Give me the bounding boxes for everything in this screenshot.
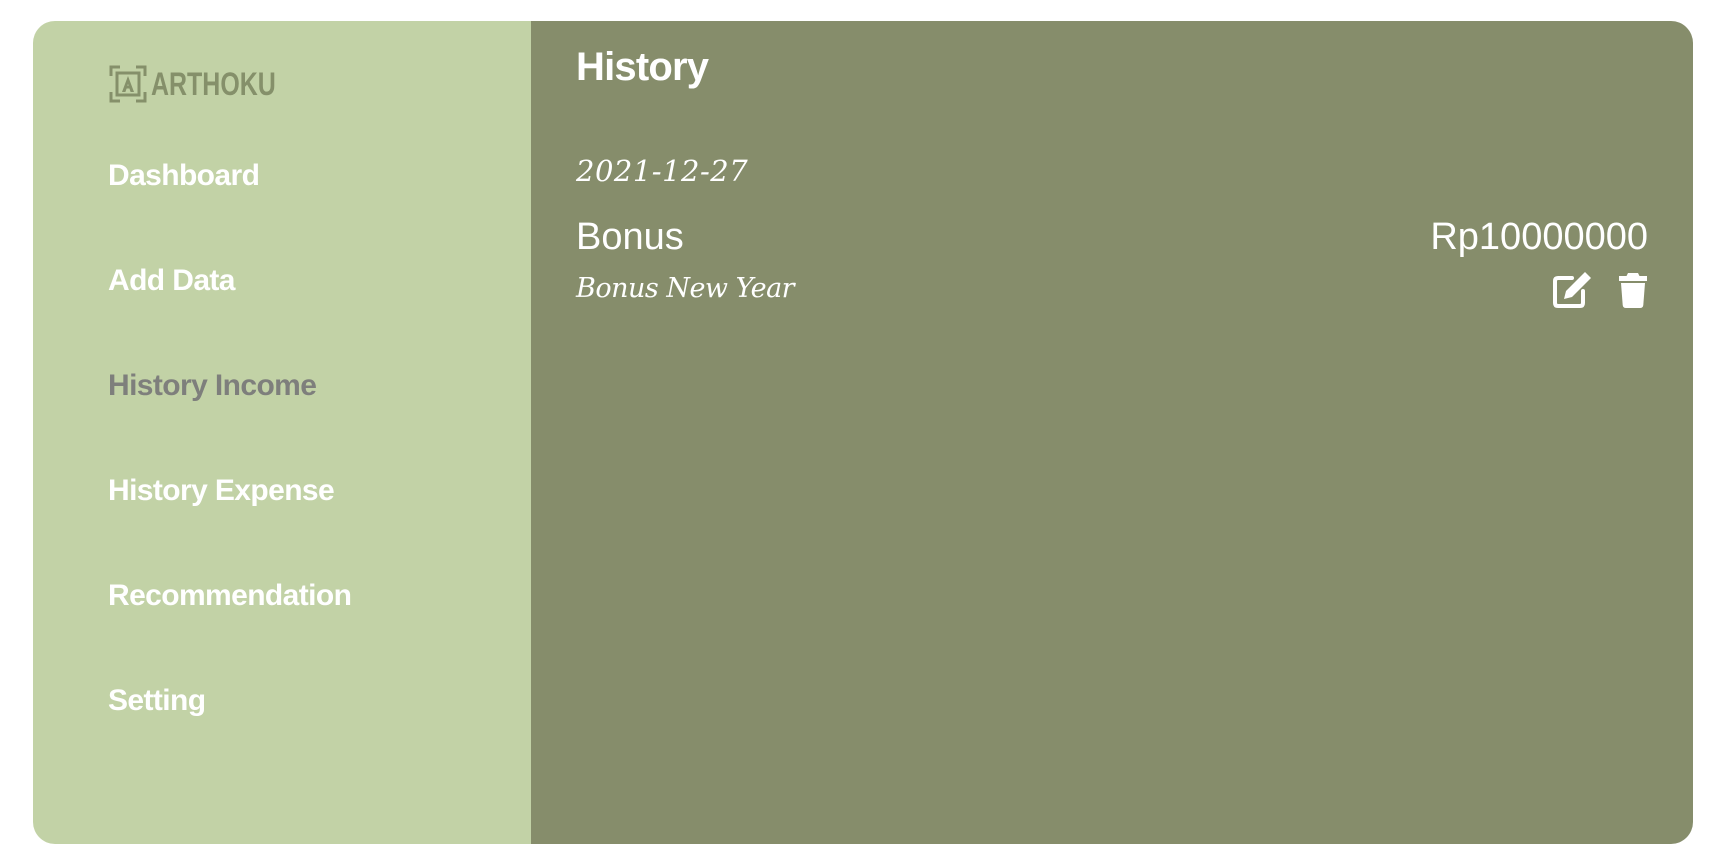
- sidebar-nav: Dashboard Add Data History Income Histor…: [108, 161, 352, 791]
- sidebar-item-dashboard[interactable]: Dashboard: [108, 161, 351, 266]
- entry-header-row: Bonus Rp10000000: [576, 217, 1648, 257]
- arthoku-logo-icon: [108, 64, 148, 104]
- sidebar-item-recommendation[interactable]: Recommendation: [108, 581, 352, 686]
- history-entry: 2021-12-27 Bonus Rp10000000 Bonus New Ye…: [576, 154, 1648, 311]
- sidebar-item-setting[interactable]: Setting: [108, 686, 351, 791]
- trash-icon[interactable]: [1618, 272, 1648, 308]
- entry-date: 2021-12-27: [576, 154, 749, 188]
- sidebar-item-add-data[interactable]: Add Data: [108, 266, 351, 371]
- sidebar: ARTHOKU Dashboard Add Data History Incom…: [33, 21, 531, 844]
- edit-icon[interactable]: [1552, 271, 1592, 309]
- brand-logo[interactable]: ARTHOKU: [108, 64, 311, 104]
- entry-title: Bonus: [576, 215, 684, 258]
- main-content: History 2021-12-27 Bonus Rp10000000 Bonu…: [531, 21, 1693, 844]
- brand-name: ARTHOKU: [151, 66, 276, 102]
- entry-amount: Rp10000000: [1430, 215, 1648, 258]
- entry-actions: [1552, 271, 1648, 309]
- app-window: ARTHOKU Dashboard Add Data History Incom…: [33, 21, 1693, 844]
- page-title: History: [576, 45, 709, 89]
- entry-detail-row: Bonus New Year: [576, 267, 1648, 311]
- entry-note: Bonus New Year: [576, 272, 795, 304]
- sidebar-item-history-income[interactable]: History Income: [108, 371, 351, 476]
- sidebar-item-history-expense[interactable]: History Expense: [108, 476, 351, 581]
